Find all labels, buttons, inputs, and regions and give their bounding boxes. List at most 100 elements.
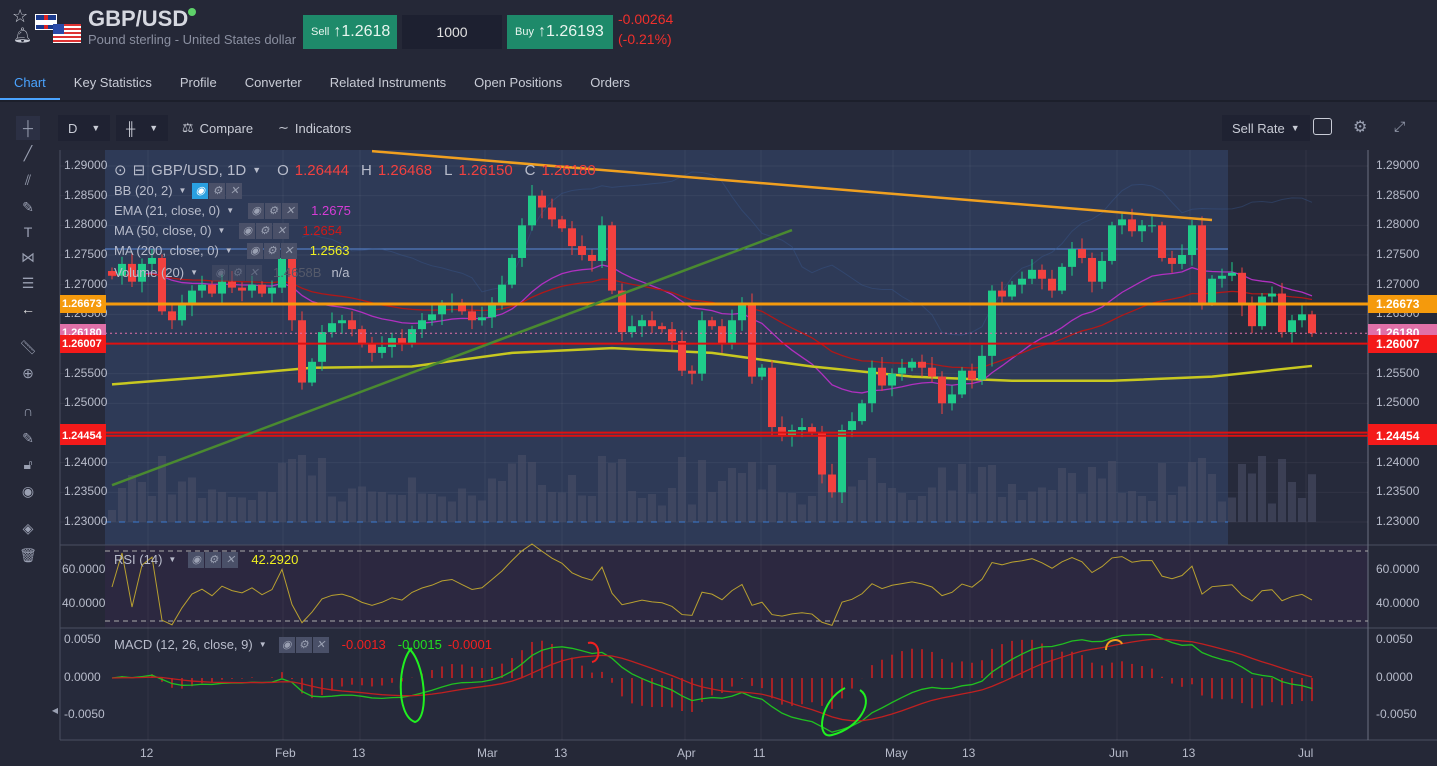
price-axis-label: 1.27500 xyxy=(1376,246,1420,261)
volume-bar xyxy=(568,475,576,522)
volume-bar xyxy=(208,489,216,522)
close-icon[interactable]: ✕ xyxy=(282,202,299,219)
volume-bar xyxy=(1108,461,1116,522)
time-axis-label: 11 xyxy=(753,746,766,760)
volume-bar xyxy=(1178,486,1186,522)
candle-down xyxy=(1038,269,1046,279)
volume-bar xyxy=(538,485,546,522)
volume-bar xyxy=(578,495,586,522)
volume-bar xyxy=(788,493,796,522)
chevron-down-icon[interactable]: ▼ xyxy=(252,165,261,175)
rsi-legend[interactable]: RSI (14) ▼ ◉ ⚙ ✕ 42.2920 xyxy=(114,549,298,569)
candle-down xyxy=(828,474,836,493)
volume-bar xyxy=(1118,493,1126,522)
candle-down xyxy=(618,290,626,333)
candle-up xyxy=(1268,293,1276,297)
volume-bar xyxy=(1018,500,1026,522)
volume-bar xyxy=(198,498,206,522)
candle-down xyxy=(748,302,756,377)
candle-up xyxy=(698,320,706,374)
price-axis-label-left: 1.28000 xyxy=(64,217,108,232)
close-icon[interactable]: ✕ xyxy=(280,242,297,259)
volume-legend[interactable]: Volume (20) ▼ ◉ ⚙ ✕ 1.4658B n/a xyxy=(114,262,350,282)
volume-bar xyxy=(508,463,516,522)
volume-bar xyxy=(308,475,316,522)
macd-legend[interactable]: MACD (12, 26, close, 9) ▼ ◉ ⚙ ✕ -0.0013 -0.001… xyxy=(114,634,492,654)
candle-up xyxy=(1098,260,1106,282)
low-label: L xyxy=(444,161,453,179)
price-axis-label-left: 1.25000 xyxy=(64,395,108,410)
volume-bar xyxy=(288,459,296,522)
price-axis-label-left: 1.23500 xyxy=(64,484,108,499)
gear-icon[interactable]: ⚙ xyxy=(209,182,226,199)
close-icon[interactable]: ✕ xyxy=(226,182,243,199)
eye-icon[interactable]: ◉ xyxy=(278,636,295,653)
candle-down xyxy=(938,376,946,404)
eye-icon[interactable]: ◉ xyxy=(192,182,209,199)
candle-down xyxy=(348,320,356,330)
time-axis-label: 12 xyxy=(140,746,154,760)
volume-bar xyxy=(1038,487,1046,522)
volume-bar xyxy=(178,481,186,522)
macd-axis-label-left: 0.0000 xyxy=(64,670,101,684)
volume-bar xyxy=(448,501,456,522)
candle-up xyxy=(438,305,446,315)
candle-up xyxy=(1208,278,1216,303)
candle-down xyxy=(578,246,586,255)
volume-bar xyxy=(518,455,526,522)
ema-legend[interactable]: EMA (21, close, 0) ▼ ◉ ⚙ ✕ 1.2675 xyxy=(114,200,351,220)
bb-legend[interactable]: BB (20, 2) ▼ ◉ ⚙ ✕ xyxy=(114,180,243,200)
close-icon[interactable]: ✕ xyxy=(273,222,290,239)
eye-icon[interactable]: ◉ xyxy=(246,242,263,259)
gear-icon[interactable]: ⚙ xyxy=(265,202,282,219)
volume-bar xyxy=(548,492,556,522)
eye-icon[interactable]: ◉ xyxy=(239,222,256,239)
candle-up xyxy=(1008,284,1016,297)
collapse-icon[interactable]: ⊙ xyxy=(114,161,127,179)
volume-bar xyxy=(298,455,306,522)
volume-bar xyxy=(438,496,446,522)
legend-symbol[interactable]: GBP/USD, 1D xyxy=(151,162,246,179)
candle-down xyxy=(238,287,246,291)
price-axis-label: 1.29000 xyxy=(1376,158,1420,172)
volume-bar xyxy=(238,497,246,522)
time-axis-label: 13 xyxy=(554,746,568,760)
volume-bar xyxy=(778,492,786,522)
time-axis-label: Feb xyxy=(275,746,296,760)
volume-bar xyxy=(318,458,326,522)
volume-bar xyxy=(668,488,676,522)
rsi-label: RSI (14) xyxy=(114,551,163,567)
candle-down xyxy=(968,370,976,380)
candle-down xyxy=(998,290,1006,297)
volume-bar xyxy=(428,494,436,522)
candle-down xyxy=(768,367,776,428)
volume-bar xyxy=(938,467,946,522)
gear-icon[interactable]: ⚙ xyxy=(229,264,246,281)
close-icon[interactable]: ✕ xyxy=(222,551,239,568)
gear-icon[interactable]: ⚙ xyxy=(205,551,222,568)
close-icon[interactable]: ✕ xyxy=(312,636,329,653)
eye-icon[interactable]: ◉ xyxy=(188,551,205,568)
volume-bar xyxy=(268,492,276,522)
volume-bar xyxy=(148,496,156,522)
candle-down xyxy=(878,367,886,386)
volume-bar xyxy=(1198,458,1206,522)
close-value: 1.26180 xyxy=(541,161,596,179)
candle-down xyxy=(708,320,716,327)
eye-icon[interactable]: ◉ xyxy=(212,264,229,281)
gear-icon[interactable]: ⚙ xyxy=(263,242,280,259)
close-icon[interactable]: ✕ xyxy=(246,264,263,281)
volume-bar xyxy=(978,467,986,522)
ma50-legend[interactable]: MA (50, close, 0) ▼ ◉ ⚙ ✕ 1.2654 xyxy=(114,220,342,240)
gear-icon[interactable]: ⚙ xyxy=(295,636,312,653)
minimize-icon[interactable]: ⊟ xyxy=(133,161,146,179)
candle-down xyxy=(298,320,306,383)
candle-up xyxy=(1298,314,1306,321)
candle-down xyxy=(928,367,936,377)
candle-up xyxy=(478,317,486,321)
eye-icon[interactable]: ◉ xyxy=(248,202,265,219)
volume-bar xyxy=(348,488,356,522)
ma200-legend[interactable]: MA (200, close, 0) ▼ ◉ ⚙ ✕ 1.2563 xyxy=(114,240,349,260)
gear-icon[interactable]: ⚙ xyxy=(256,222,273,239)
volume-bar xyxy=(488,478,496,522)
